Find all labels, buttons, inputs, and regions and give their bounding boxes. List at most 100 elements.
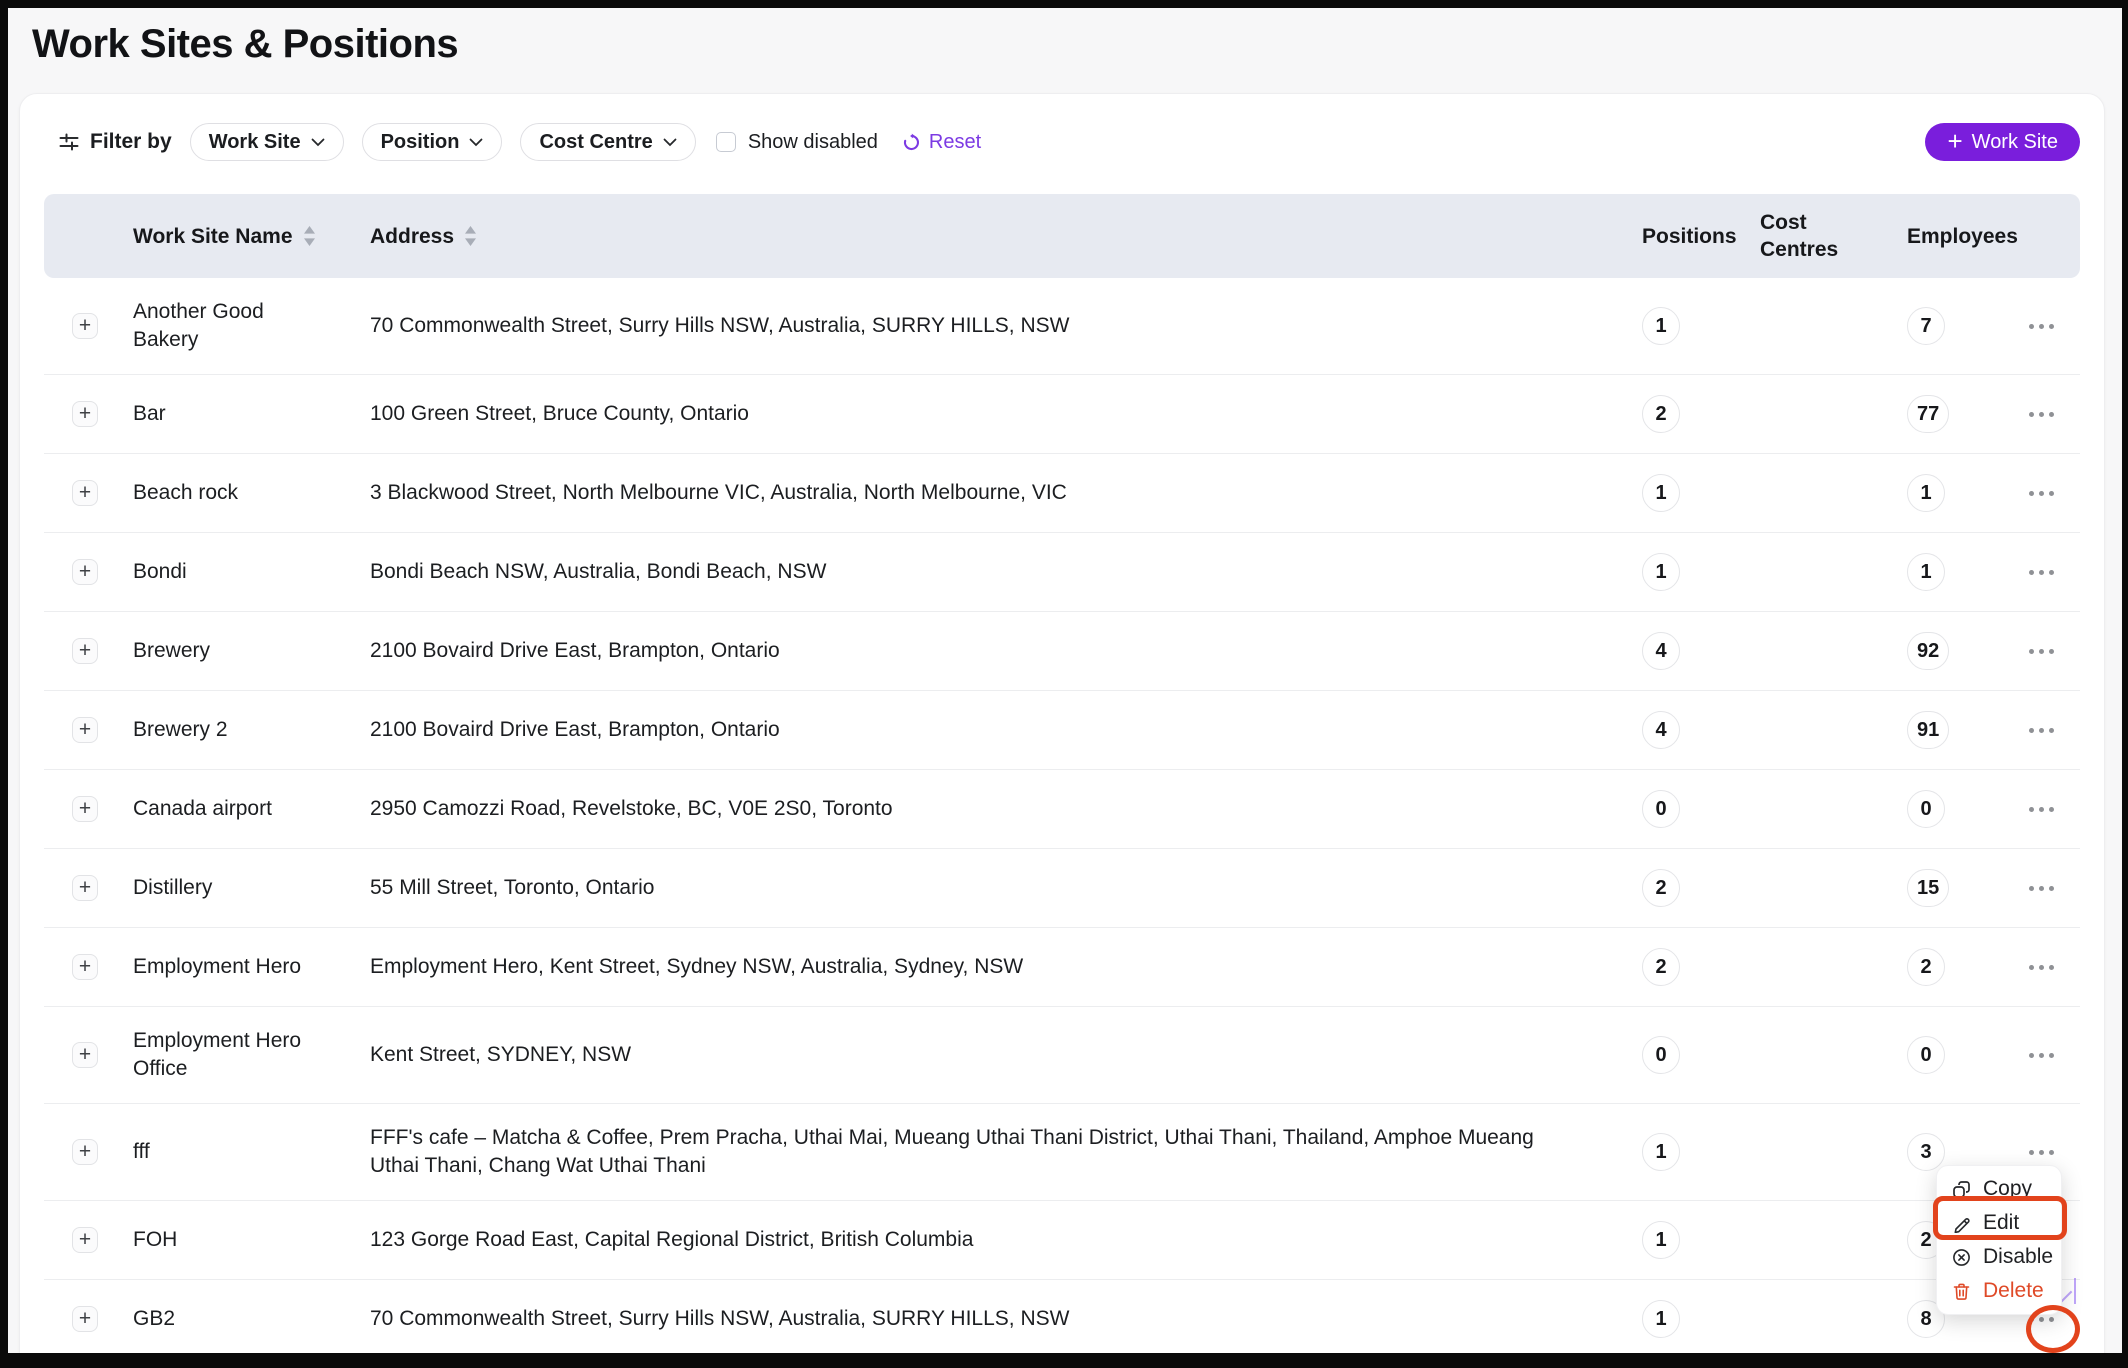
add-work-site-button[interactable]: + Work Site [1925, 123, 2080, 161]
row-actions-menu-button[interactable] [2027, 318, 2056, 335]
sort-icon[interactable] [303, 225, 316, 247]
employees-cell: 2 [1864, 948, 1986, 986]
row-actions-menu-button[interactable] [2027, 406, 2056, 423]
expand-row-button[interactable]: + [72, 638, 98, 664]
menu-item-edit[interactable]: Edit [1937, 1206, 2061, 1240]
menu-item-disable-label: Disable [1983, 1245, 2053, 1269]
employees-count-badge: 0 [1907, 1036, 1945, 1074]
row-actions-menu-button[interactable] [2027, 801, 2056, 818]
positions-count-badge: 0 [1642, 1036, 1680, 1074]
row-actions-menu-button[interactable] [2027, 959, 2056, 976]
table-header-row: Work Site Name Address Positions [44, 194, 2080, 278]
employees-cell: 92 [1864, 632, 1986, 670]
positions-count-badge: 1 [1642, 1300, 1680, 1338]
reset-filters-button[interactable]: Reset [902, 131, 981, 154]
expand-row-button[interactable]: + [72, 559, 98, 585]
menu-item-delete[interactable]: Delete [1937, 1274, 2061, 1308]
employees-count-badge: 15 [1907, 869, 1949, 907]
expand-row-button[interactable]: + [72, 401, 98, 427]
reset-label: Reset [929, 131, 981, 154]
expand-row-button[interactable]: + [72, 1306, 98, 1332]
row-actions-menu-button[interactable] [2027, 1144, 2056, 1161]
actions-cell [1986, 1047, 2080, 1064]
row-actions-menu-button[interactable] [2027, 564, 2056, 581]
work-sites-table: Work Site Name Address Positions [44, 194, 2080, 1353]
table-row: + Employment Hero Employment Hero, Kent … [44, 928, 2080, 1007]
positions-count-badge: 2 [1642, 869, 1680, 907]
edit-pencil-icon [1952, 1214, 1971, 1233]
work-site-name-cell: Canada airport [112, 795, 357, 823]
work-site-filter-dropdown[interactable]: Work Site [190, 123, 344, 161]
header-address[interactable]: Address [357, 223, 1598, 250]
actions-cell [1986, 406, 2080, 423]
employees-cell: 0 [1864, 790, 1986, 828]
expand-cell: + [44, 559, 112, 585]
expand-cell: + [44, 717, 112, 743]
row-actions-menu-button[interactable] [2027, 485, 2056, 502]
positions-count-badge: 2 [1642, 395, 1680, 433]
employees-count-badge: 91 [1907, 711, 1949, 749]
expand-row-button[interactable]: + [72, 875, 98, 901]
expand-row-button[interactable]: + [72, 1042, 98, 1068]
row-actions-menu-button[interactable] [2027, 722, 2056, 739]
expand-cell: + [44, 796, 112, 822]
address-cell: Kent Street, SYDNEY, NSW [357, 1041, 1598, 1069]
table-row: + Bar 100 Green Street, Bruce County, On… [44, 375, 2080, 454]
add-work-site-label: Work Site [1972, 131, 2058, 154]
menu-item-disable[interactable]: Disable [1937, 1240, 2061, 1274]
expand-row-button[interactable]: + [72, 480, 98, 506]
positions-cell: 2 [1598, 869, 1718, 907]
employees-count-badge: 0 [1907, 790, 1945, 828]
menu-item-copy[interactable]: Copy [1937, 1172, 2061, 1206]
table-row: + Brewery 2 2100 Bovaird Drive East, Bra… [44, 691, 2080, 770]
table-row: + Canada airport 2950 Camozzi Road, Reve… [44, 770, 2080, 849]
expand-row-button[interactable]: + [72, 717, 98, 743]
actions-cell [1986, 643, 2080, 660]
address-cell: 100 Green Street, Bruce County, Ontario [357, 400, 1598, 428]
employees-count-badge: 92 [1907, 632, 1949, 670]
positions-cell: 1 [1598, 474, 1718, 512]
row-actions-menu-button[interactable] [2027, 643, 2056, 660]
filter-sliders-icon [58, 131, 80, 153]
reset-circular-arrow-icon [902, 133, 921, 152]
address-cell: 70 Commonwealth Street, Surry Hills NSW,… [357, 312, 1598, 340]
expand-cell: + [44, 954, 112, 980]
expand-cell: + [44, 638, 112, 664]
positions-cell: 1 [1598, 307, 1718, 345]
content-card: Filter by Work Site Position Cost Centre [19, 93, 2105, 1353]
expand-cell: + [44, 1139, 112, 1165]
actions-cell [1986, 959, 2080, 976]
chevron-down-icon [311, 138, 325, 147]
address-cell: 2100 Bovaird Drive East, Brampton, Ontar… [357, 637, 1598, 665]
menu-item-edit-label: Edit [1983, 1211, 2019, 1235]
expand-row-button[interactable]: + [72, 1227, 98, 1253]
header-work-site-name[interactable]: Work Site Name [112, 223, 357, 250]
work-site-name-cell: FOH [112, 1226, 357, 1254]
employees-count-badge: 2 [1907, 948, 1945, 986]
expand-cell: + [44, 875, 112, 901]
positions-count-badge: 2 [1642, 948, 1680, 986]
table-row: + Distillery 55 Mill Street, Toronto, On… [44, 849, 2080, 928]
disable-circle-x-icon [1952, 1248, 1971, 1267]
show-disabled-checkbox[interactable] [716, 132, 736, 152]
expand-row-button[interactable]: + [72, 796, 98, 822]
show-disabled-group: Show disabled [716, 131, 878, 154]
expand-cell: + [44, 313, 112, 339]
row-actions-menu-button[interactable] [2027, 880, 2056, 897]
position-filter-dropdown[interactable]: Position [362, 123, 503, 161]
work-site-name-cell: Brewery [112, 637, 357, 665]
sort-icon[interactable] [464, 225, 477, 247]
work-site-name-cell: Employment Hero [112, 953, 357, 981]
positions-count-badge: 1 [1642, 1221, 1680, 1259]
cost-centre-filter-dropdown[interactable]: Cost Centre [520, 123, 695, 161]
row-actions-menu-button[interactable] [2027, 1047, 2056, 1064]
expand-cell: + [44, 1227, 112, 1253]
expand-row-button[interactable]: + [72, 1139, 98, 1165]
employees-cell: 7 [1864, 307, 1986, 345]
expand-cell: + [44, 401, 112, 427]
expand-row-button[interactable]: + [72, 954, 98, 980]
expand-cell: + [44, 1042, 112, 1068]
expand-row-button[interactable]: + [72, 313, 98, 339]
copy-icon [1952, 1180, 1971, 1199]
positions-cell: 0 [1598, 790, 1718, 828]
